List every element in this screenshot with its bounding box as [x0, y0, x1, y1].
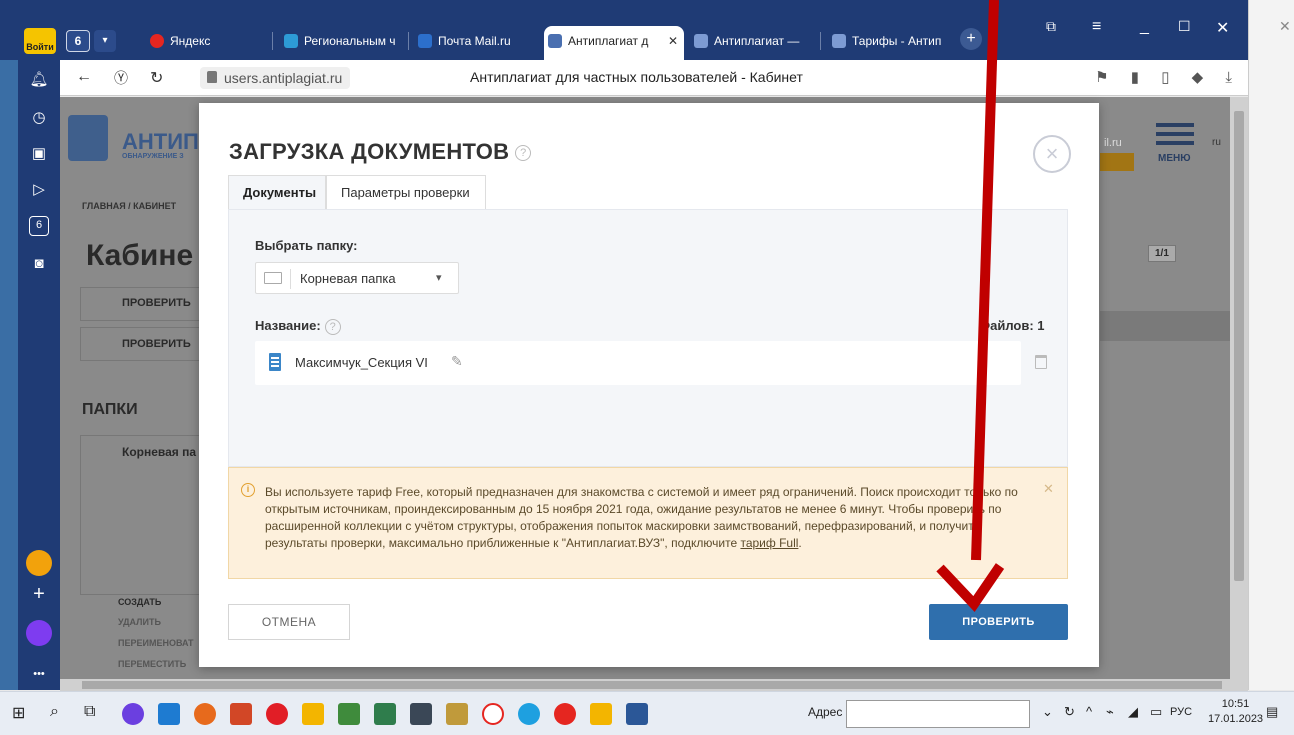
language-indicator[interactable]: РУС	[1170, 706, 1192, 718]
task-view-icon[interactable]: ⧉	[84, 703, 95, 721]
photos-icon[interactable]	[338, 703, 360, 725]
refresh-icon[interactable]: ↻	[1064, 704, 1075, 720]
files-icon[interactable]	[590, 703, 612, 725]
opera-icon[interactable]	[266, 703, 288, 725]
network-icon[interactable]: ⌁	[1106, 704, 1114, 720]
arrow-head	[936, 563, 1005, 612]
notes-icon[interactable]	[374, 703, 396, 725]
alice-icon[interactable]	[122, 703, 144, 725]
address-input[interactable]	[846, 700, 1030, 728]
chevron-down-icon[interactable]: ⌄	[1042, 704, 1053, 720]
yandex-browser-icon[interactable]	[554, 703, 576, 725]
game-icon[interactable]	[410, 703, 432, 725]
search-icon[interactable]: ⌕	[50, 703, 59, 721]
word-icon[interactable]	[626, 703, 648, 725]
clock[interactable]: 10:51 17.01.2023	[1208, 697, 1263, 727]
powerpoint-icon[interactable]	[230, 703, 252, 725]
mail-icon[interactable]	[158, 703, 180, 725]
explorer-icon[interactable]	[302, 703, 324, 725]
annotation-arrow	[936, 0, 1005, 612]
taskbar: ⊞ ⌕ ⧉ Адрес ⌄ ↻ ^ ⌁ ◢ ▭ РУС 10:51 17.01.…	[0, 691, 1294, 735]
arrow-shaft	[971, 0, 999, 561]
windows-start-icon[interactable]: ⊞	[12, 703, 25, 723]
firefox-icon[interactable]	[194, 703, 216, 725]
shield-game-icon[interactable]	[446, 703, 468, 725]
address-label: Адрес	[808, 705, 843, 719]
tray-up-icon[interactable]: ^	[1086, 704, 1092, 719]
clock-time: 10:51	[1221, 698, 1250, 710]
battery-icon[interactable]: ▭	[1150, 704, 1162, 720]
clock-date: 17.01.2023	[1208, 713, 1264, 725]
edge-icon[interactable]	[518, 703, 540, 725]
volume-icon[interactable]: ◢	[1128, 704, 1138, 720]
notifications-icon[interactable]: ▤	[1266, 704, 1278, 720]
yandex-icon[interactable]	[482, 703, 504, 725]
